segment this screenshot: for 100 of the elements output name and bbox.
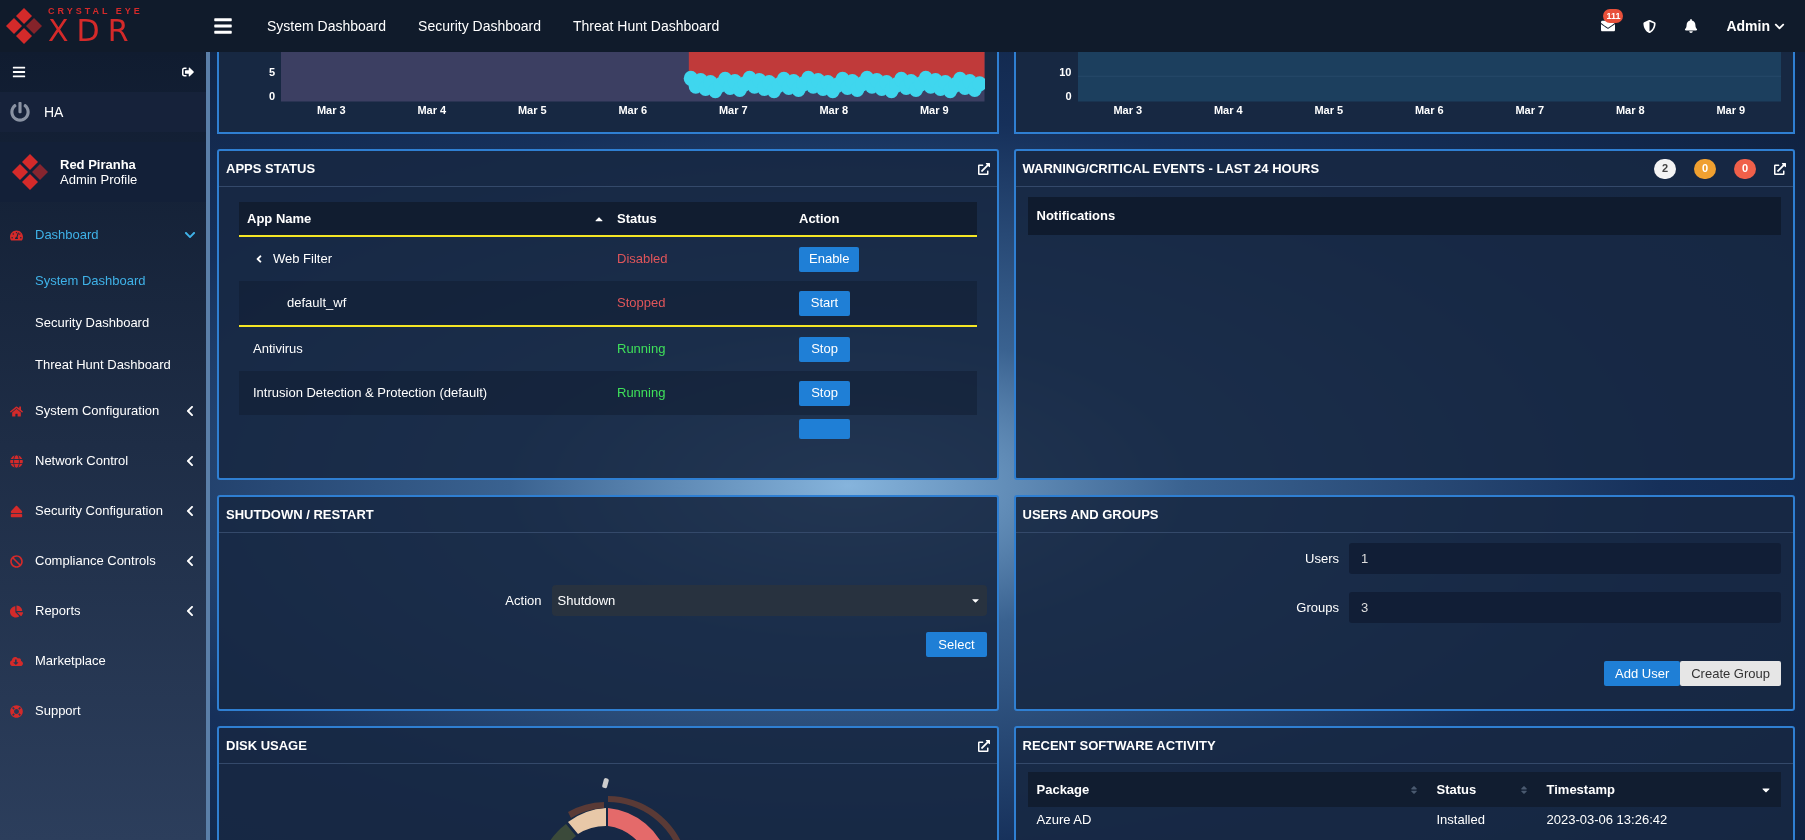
logo-tagline: CRYSTAL EYE: [48, 6, 143, 16]
axis-label: 0: [268, 89, 275, 102]
axis-label: 10: [1059, 65, 1072, 78]
sidebar-item[interactable]: Support: [0, 686, 206, 736]
pie-chart-icon: [10, 604, 23, 618]
sidebar-item[interactable]: Network Control: [0, 436, 206, 486]
add-button[interactable]: Add User: [1604, 661, 1681, 686]
sidebar-item[interactable]: System Configuration: [0, 386, 206, 436]
table-cell: Azure AD: [1036, 812, 1092, 828]
column-header[interactable]: Status: [617, 210, 657, 226]
axis-label: Mar 7: [718, 102, 748, 118]
sidebar-subitem[interactable]: Security Dashboard: [0, 302, 206, 344]
mail-icon[interactable]: [1601, 19, 1616, 33]
panel-title: SHUTDOWN / RESTART: [226, 505, 374, 524]
sidebar-subitem[interactable]: Threat Hunt Dashboard: [0, 344, 206, 386]
eject-icon: [10, 504, 23, 518]
menu-icon[interactable]: [213, 16, 233, 36]
logo-icon: [4, 6, 44, 46]
create-button[interactable]: Create Group: [1680, 661, 1781, 686]
power-icon: [10, 102, 30, 122]
axis-label: Mar 9: [1716, 102, 1746, 118]
app-name: default_wf: [287, 294, 347, 313]
axis-label: 0: [1065, 89, 1072, 102]
input-field[interactable]: 3: [1349, 592, 1781, 623]
action-button[interactable]: Enable: [799, 246, 860, 272]
axis-label: Mar 9: [919, 102, 949, 118]
panel-title: USERS AND GROUPS: [1022, 505, 1159, 524]
sidebar-item[interactable]: HA: [0, 92, 206, 132]
gauge-icon: [10, 228, 23, 242]
axis-label: Mar 6: [618, 102, 648, 118]
field-label: Groups: [1296, 598, 1339, 617]
axis-label: Mar 3: [316, 102, 346, 118]
column-header[interactable]: Package: [1036, 779, 1090, 800]
count-badge: 0: [1734, 158, 1756, 179]
sidebar-item[interactable]: Compliance Controls: [0, 536, 206, 586]
life-ring-icon: [10, 704, 23, 718]
axis-label: Mar 8: [819, 102, 849, 118]
column-header[interactable]: Action: [799, 210, 840, 226]
input-field[interactable]: 1: [1349, 543, 1781, 574]
user-menu[interactable]: Admin: [1726, 15, 1785, 37]
logo-icon: [10, 152, 50, 192]
notifications-header: Notifications: [1027, 197, 1781, 235]
nav-link[interactable]: System Dashboard: [267, 15, 387, 37]
column-header[interactable]: App Name: [247, 208, 312, 229]
field-label: Action: [505, 591, 542, 610]
count-badge: 0: [1694, 158, 1716, 179]
axis-label: 5: [268, 65, 275, 78]
action-button[interactable]: Start: [799, 290, 850, 316]
count-badge: 2: [1654, 158, 1676, 179]
notification-badge: 111: [1603, 9, 1624, 23]
app-status: Running: [617, 341, 666, 357]
external-link-icon[interactable]: [977, 162, 990, 175]
column-header[interactable]: Status: [1436, 779, 1477, 800]
logo-wordmark: XDR: [48, 15, 137, 46]
sidebar-item[interactable]: Security Configuration: [0, 486, 206, 536]
sort-icon[interactable]: [1408, 784, 1419, 795]
cloud-download-icon: [10, 654, 23, 668]
bell-icon[interactable]: [1684, 19, 1699, 33]
sidebar-item[interactable]: Dashboard: [0, 210, 206, 260]
sidebar-subitem[interactable]: System Dashboard: [0, 260, 206, 302]
panel-title: DISK USAGE: [226, 736, 307, 755]
action-button[interactable]: Stop: [799, 380, 850, 406]
axis-label: Mar 5: [1314, 102, 1344, 118]
globe-icon: [10, 454, 23, 468]
nav-link[interactable]: Security Dashboard: [418, 15, 541, 37]
app-name: Web Filter: [273, 250, 332, 269]
panel-title: RECENT SOFTWARE ACTIVITY: [1022, 736, 1216, 755]
app-status: Running: [617, 385, 666, 401]
axis-label: Mar 4: [417, 102, 447, 118]
external-link-icon[interactable]: [1774, 162, 1786, 175]
app-status: Disabled: [617, 251, 668, 267]
logout-icon[interactable]: [182, 66, 194, 78]
table-cell: 2023-03-06 13:26:42: [1546, 812, 1668, 828]
panel-title: WARNING/CRITICAL EVENTS - LAST 24 HOURS: [1022, 159, 1320, 178]
sidebar-item[interactable]: Reports: [0, 586, 206, 636]
profile-role: Admin Profile: [60, 172, 138, 187]
axis-label: Mar 5: [517, 102, 547, 118]
axis-label: Mar 4: [1213, 102, 1243, 118]
ban-icon: [10, 554, 23, 568]
axis-label: Mar 6: [1414, 102, 1444, 118]
menu-icon[interactable]: [12, 65, 26, 79]
column-header[interactable]: Timestamp: [1546, 779, 1615, 800]
action-button[interactable]: Stop: [799, 336, 850, 362]
app-name: Antivirus: [253, 340, 303, 359]
nav-link[interactable]: Threat Hunt Dashboard: [573, 15, 720, 37]
external-link-icon[interactable]: [977, 739, 990, 752]
table-cell: Installed: [1436, 812, 1485, 828]
app-status: Stopped: [617, 295, 666, 311]
select-button[interactable]: Select: [926, 632, 987, 657]
shield-icon[interactable]: [1643, 19, 1657, 33]
sidebar-item[interactable]: Marketplace: [0, 636, 206, 686]
sort-icon[interactable]: [1518, 784, 1529, 795]
axis-label: Mar 3: [1113, 102, 1143, 118]
sunburst-segment: [601, 778, 609, 789]
axis-label: Mar 7: [1515, 102, 1545, 118]
axis-label: Mar 8: [1615, 102, 1645, 118]
house-icon: [10, 404, 23, 418]
app-name: Intrusion Detection & Protection (default): [253, 384, 488, 403]
action-select[interactable]: Shutdown: [551, 585, 987, 616]
panel-title: APPS STATUS: [226, 159, 316, 178]
